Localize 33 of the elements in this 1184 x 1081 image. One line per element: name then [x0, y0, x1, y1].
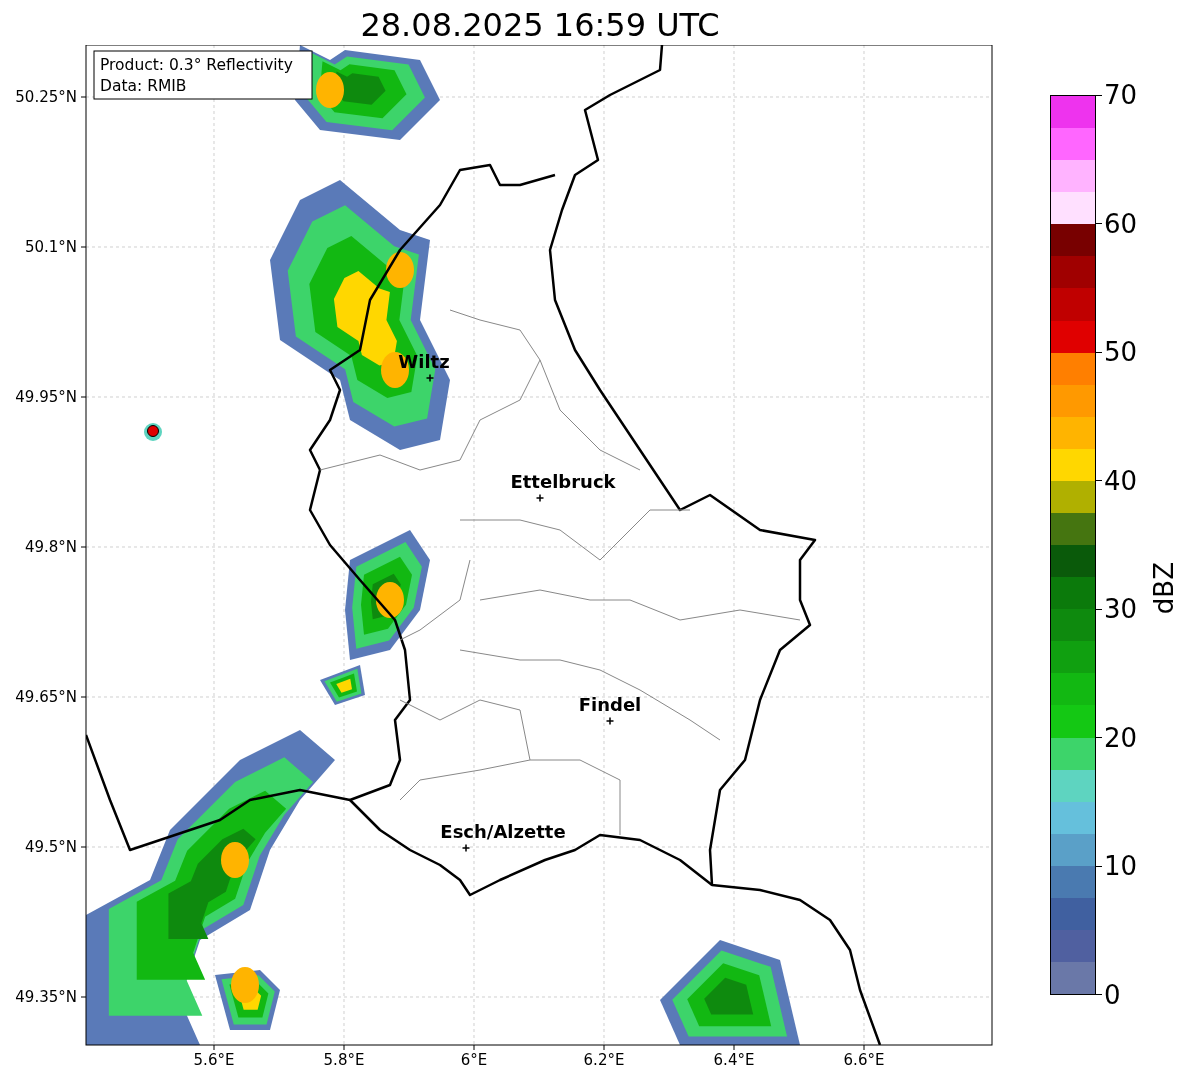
radar-site-marker	[147, 425, 159, 437]
chart-title: 28.08.2025 16:59 UTC	[359, 5, 721, 45]
plus-marker-icon	[535, 493, 545, 503]
colorbar-tick-label: 40	[1104, 465, 1138, 496]
plus-marker-icon	[461, 843, 471, 853]
axis-tick-label: 49.95°N	[15, 388, 77, 406]
city-label: Esch/Alzette	[440, 821, 566, 842]
colorbar-tick-label: 50	[1104, 337, 1138, 368]
city-label: Ettelbruck	[510, 471, 616, 492]
axis-tick-label: 6.4°E	[713, 1051, 755, 1069]
axis-tick-label: 49.65°N	[15, 688, 77, 706]
axis-tick-label: 6°E	[460, 1051, 488, 1069]
info-text: Data: RMIB	[100, 77, 187, 95]
axis-tick-label: 50.25°N	[15, 88, 77, 106]
colorbar-tick-label: 60	[1104, 208, 1138, 239]
axis-tick-label: 49.5°N	[24, 838, 77, 856]
info-text: Product: 0.3° Reflectivity	[100, 56, 293, 74]
plus-marker-icon	[605, 716, 615, 726]
colorbar-tick-label: 20	[1104, 722, 1138, 753]
colorbar-tick-label: 10	[1104, 851, 1138, 882]
axis-tick-label: 5.6°E	[193, 1051, 235, 1069]
axis-tick-label: 6.6°E	[843, 1051, 885, 1069]
axis-tick-label: 6.2°E	[583, 1051, 625, 1069]
axis-tick-label: 50.1°N	[24, 238, 77, 256]
plus-marker-icon	[425, 373, 435, 383]
axis-tick-label: 49.35°N	[15, 988, 77, 1006]
colorbar-tick-label: 0	[1104, 979, 1121, 1010]
colorbar-label: dBZ	[1148, 561, 1181, 615]
axis-tick-label: 49.8°N	[24, 538, 77, 556]
city-label: Findel	[578, 694, 642, 715]
colorbar-tick-label: 30	[1104, 594, 1138, 625]
axis-tick-label: 5.8°E	[323, 1051, 365, 1069]
colorbar-tick-label: 70	[1104, 80, 1138, 110]
